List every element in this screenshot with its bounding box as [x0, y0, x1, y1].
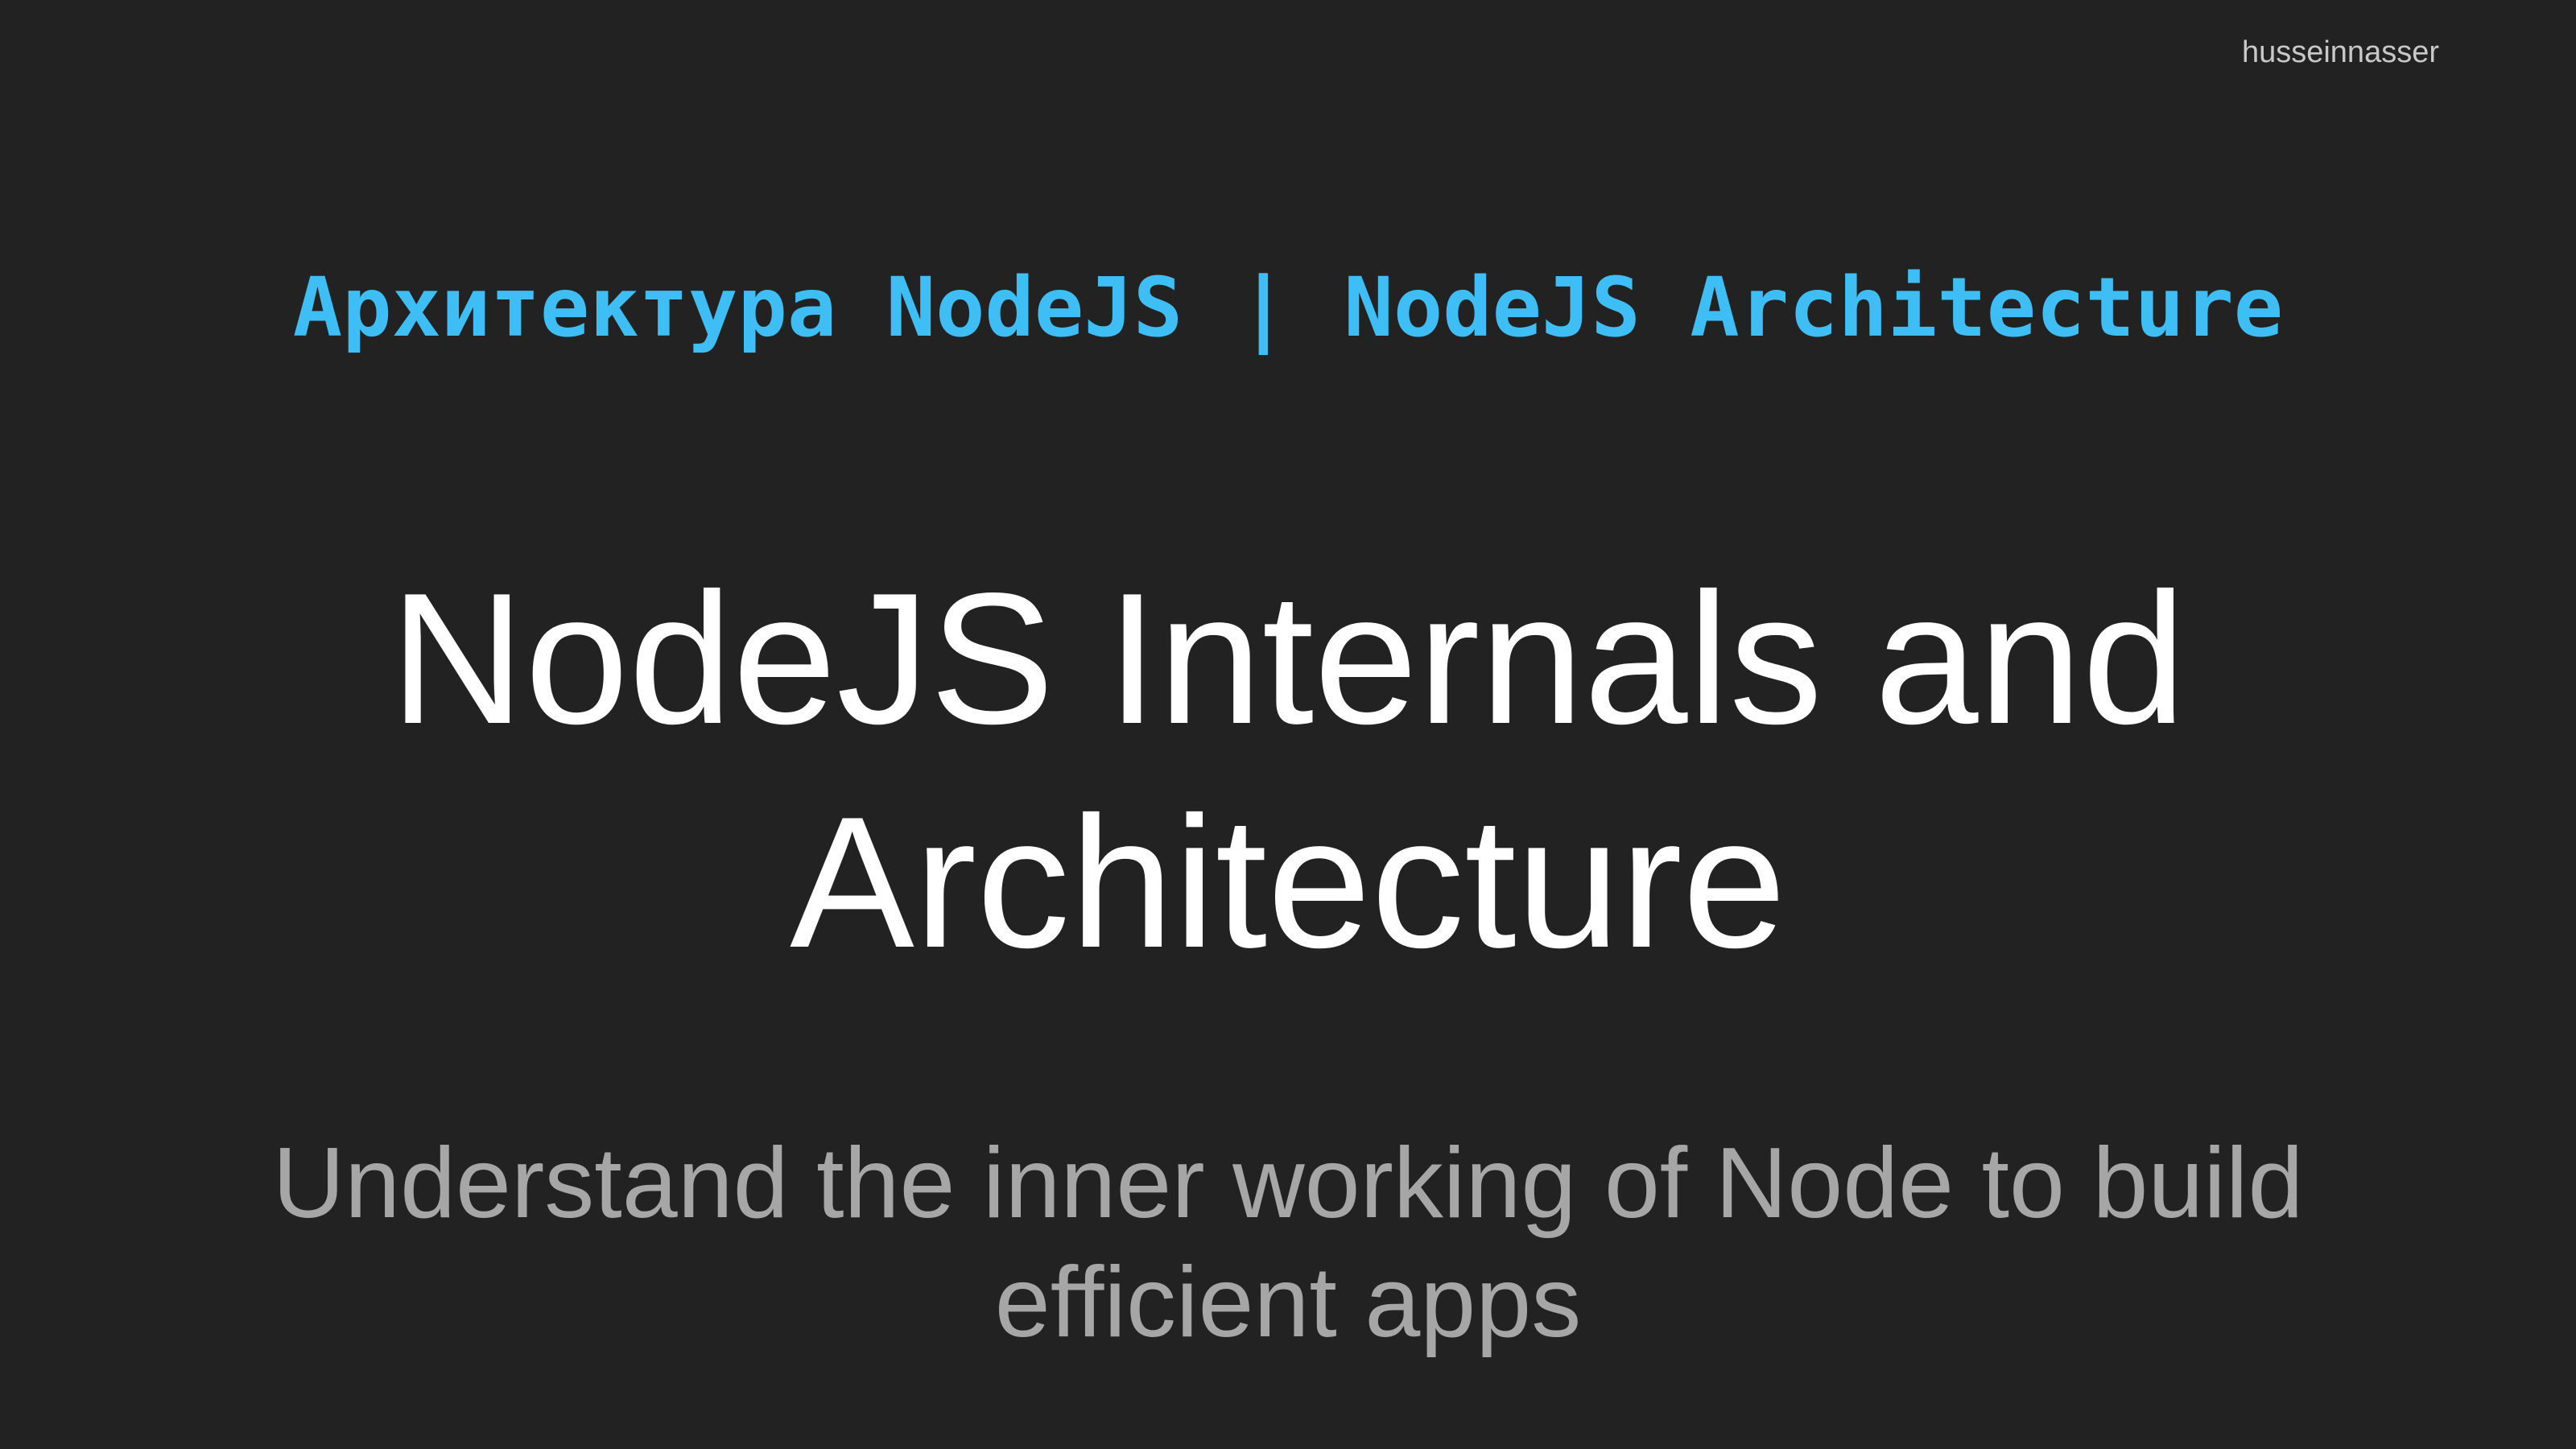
- subtitle: Understand the inner working of Node to …: [161, 1124, 2415, 1362]
- banner-separator: |: [1238, 260, 1288, 356]
- main-heading-line-1: NodeJS Internals and: [390, 555, 2186, 763]
- subtitle-line-2: efficient apps: [994, 1247, 1582, 1358]
- banner-title: Архитектура NodeJS | NodeJS Architecture: [0, 256, 2576, 361]
- banner-title-russian: Архитектура NodeJS: [292, 260, 1183, 356]
- main-heading: NodeJS Internals and Architecture: [161, 547, 2415, 995]
- watermark-text: husseinnasser: [2241, 35, 2439, 69]
- subtitle-line-1: Understand the inner working of Node to …: [272, 1128, 2304, 1239]
- banner-title-english: NodeJS Architecture: [1344, 260, 2284, 356]
- main-heading-line-2: Architecture: [790, 778, 1786, 987]
- slide: husseinnasser Архитектура NodeJS | NodeJ…: [0, 0, 2576, 1449]
